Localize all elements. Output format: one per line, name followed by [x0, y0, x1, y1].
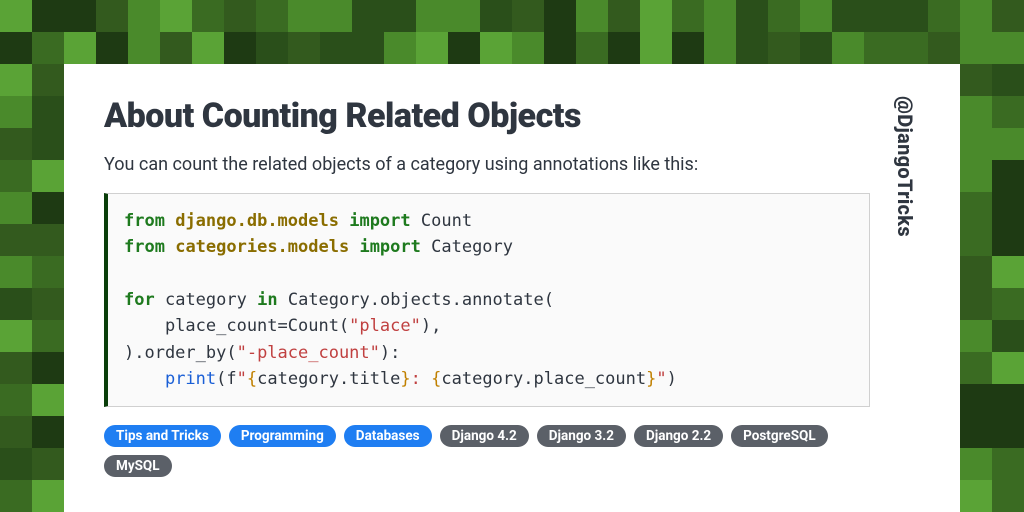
tag[interactable]: Django 3.2: [537, 425, 626, 447]
tag[interactable]: Django 4.2: [440, 425, 529, 447]
tag[interactable]: MySQL: [104, 455, 172, 477]
twitter-handle[interactable]: @DjangoTricks: [893, 96, 917, 237]
code-block: from django.db.models import Count from …: [104, 193, 870, 407]
tag-list: Tips and Tricks Programming Databases Djang…: [104, 425, 870, 477]
tag[interactable]: Tips and Tricks: [104, 425, 221, 447]
tag[interactable]: Databases: [344, 425, 432, 447]
side-column: @DjangoTricks: [890, 96, 920, 480]
page-title: About Counting Related Objects: [104, 96, 870, 136]
tag[interactable]: PostgreSQL: [731, 425, 827, 447]
lead-text: You can count the related objects of a c…: [104, 154, 870, 175]
content-card: About Counting Related Objects You can c…: [64, 64, 960, 512]
tag[interactable]: Programming: [229, 425, 336, 447]
main-column: About Counting Related Objects You can c…: [104, 96, 870, 480]
tag[interactable]: Django 2.2: [634, 425, 723, 447]
